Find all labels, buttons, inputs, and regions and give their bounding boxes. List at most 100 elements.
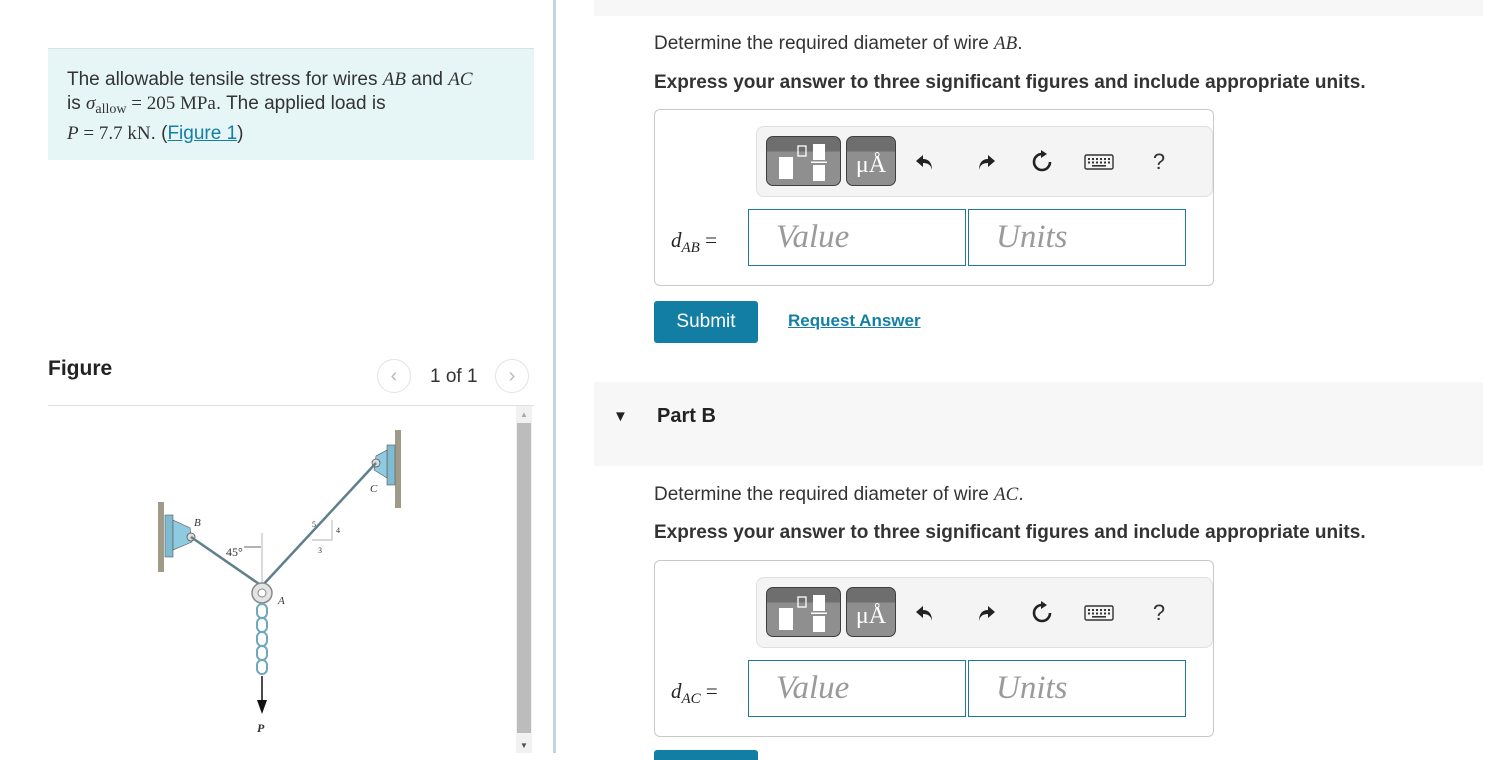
panel-divider[interactable] bbox=[553, 0, 556, 753]
figure-scrollbar[interactable]: ▲ ▼ bbox=[516, 406, 532, 753]
scroll-up-arrow-icon[interactable]: ▲ bbox=[516, 406, 532, 422]
label-angle: 45° bbox=[226, 545, 243, 559]
next-figure-button[interactable]: › bbox=[495, 359, 529, 393]
undo-button[interactable] bbox=[910, 144, 940, 180]
undo-icon bbox=[916, 155, 932, 170]
reset-icon bbox=[1032, 601, 1052, 623]
part-a-variable-label: dAB = bbox=[671, 228, 717, 256]
problem-panel: The allowable tensile stress for wires A… bbox=[0, 0, 553, 753]
collapse-triangle-icon[interactable]: ▼ bbox=[613, 408, 628, 425]
part-b-units-input[interactable] bbox=[968, 660, 1186, 717]
part-a-value-input[interactable] bbox=[748, 209, 966, 266]
help-icon: ? bbox=[1152, 149, 1166, 174]
previous-figure-button[interactable]: ‹ bbox=[377, 359, 411, 393]
part-b-variable-label: dAC = bbox=[671, 679, 718, 707]
units-icon: μÅ bbox=[855, 603, 887, 629]
label-a: A bbox=[277, 595, 285, 607]
part-a-instruction: Express your answer to three significant… bbox=[654, 72, 1366, 93]
reset-button[interactable] bbox=[1027, 144, 1057, 180]
fraction-template-icon bbox=[779, 595, 827, 632]
part-a-math-toolbar: μÅ ? bbox=[756, 126, 1213, 197]
part-b-answer-box: μÅ ? dAC = bbox=[654, 560, 1214, 737]
equals-sign: = bbox=[126, 93, 147, 114]
intro-text-load: . The applied load is bbox=[215, 93, 386, 114]
redo-button[interactable] bbox=[971, 144, 1001, 180]
units-icon: μÅ bbox=[855, 152, 887, 178]
chain bbox=[256, 603, 268, 675]
templates-button[interactable] bbox=[766, 587, 841, 637]
label-slope-3: 3 bbox=[318, 546, 322, 555]
figure-title: Figure bbox=[48, 357, 113, 380]
chevron-right-icon: › bbox=[508, 364, 516, 387]
part-a-header-bar bbox=[594, 0, 1483, 16]
allowable-stress-value: 205 MPa bbox=[146, 93, 216, 114]
label-b: B bbox=[194, 517, 201, 529]
part-b-math-toolbar: μÅ ? bbox=[756, 577, 1213, 648]
keyboard-button[interactable] bbox=[1082, 595, 1116, 631]
part-a-request-answer-link[interactable]: Request Answer bbox=[788, 311, 921, 331]
part-a-units-input[interactable] bbox=[968, 209, 1186, 266]
question-period: . bbox=[1017, 33, 1023, 54]
part-b-instruction: Express your answer to three significant… bbox=[654, 522, 1366, 543]
keyboard-icon bbox=[1084, 154, 1114, 170]
question-variable: AB bbox=[994, 33, 1018, 54]
question-text: Determine the required diameter of wire bbox=[654, 484, 995, 505]
chevron-left-icon: ‹ bbox=[390, 364, 398, 387]
load-value: 7.7 kN bbox=[98, 123, 151, 144]
wire-ac-symbol: AC bbox=[448, 69, 473, 90]
label-c: C bbox=[370, 483, 378, 495]
scrollbar-thumb[interactable] bbox=[517, 423, 531, 733]
figure-divider bbox=[48, 405, 534, 406]
redo-icon bbox=[979, 155, 995, 170]
intro-punct-close: ) bbox=[237, 123, 244, 144]
reset-button[interactable] bbox=[1027, 595, 1057, 631]
part-b-question: Determine the required diameter of wire … bbox=[654, 484, 1024, 506]
var-subscript: AB bbox=[681, 240, 700, 256]
redo-button[interactable] bbox=[971, 595, 1001, 631]
part-b-title[interactable]: Part B bbox=[657, 405, 716, 428]
intro-text-is: is bbox=[67, 93, 86, 114]
left-wall-plate bbox=[164, 514, 174, 558]
wire-ac bbox=[261, 462, 377, 587]
figure-counter: 1 of 1 bbox=[430, 366, 478, 387]
fraction-template-icon bbox=[779, 144, 827, 181]
question-variable: AC bbox=[994, 484, 1019, 505]
left-wall bbox=[158, 502, 164, 572]
redo-icon bbox=[979, 606, 995, 621]
figure-link[interactable]: Figure 1 bbox=[167, 123, 237, 144]
part-a-question: Determine the required diameter of wire … bbox=[654, 33, 1023, 55]
right-wall bbox=[395, 430, 401, 508]
keyboard-button[interactable] bbox=[1082, 144, 1116, 180]
sigma-symbol: σ bbox=[86, 93, 96, 114]
label-p: P bbox=[257, 721, 265, 735]
var-symbol: d bbox=[671, 679, 682, 703]
part-b-header[interactable] bbox=[594, 382, 1483, 466]
question-text: Determine the required diameter of wire bbox=[654, 33, 995, 54]
figure-image: B C A P 45° 5 4 3 bbox=[158, 430, 401, 735]
part-b-value-input[interactable] bbox=[748, 660, 966, 717]
help-button[interactable]: ? bbox=[1144, 144, 1174, 180]
var-symbol: d bbox=[671, 228, 682, 252]
intro-text: The allowable tensile stress for wires bbox=[67, 69, 383, 90]
problem-statement: The allowable tensile stress for wires A… bbox=[48, 48, 534, 160]
scroll-down-arrow-icon[interactable]: ▼ bbox=[516, 737, 532, 753]
templates-button[interactable] bbox=[766, 136, 841, 186]
units-button[interactable]: μÅ bbox=[846, 587, 896, 637]
wire-ab-symbol: AB bbox=[382, 69, 406, 90]
keyboard-icon bbox=[1084, 605, 1114, 621]
sigma-subscript: allow bbox=[95, 102, 127, 117]
help-icon: ? bbox=[1152, 600, 1166, 625]
question-period: . bbox=[1018, 484, 1024, 505]
part-b-submit-button[interactable] bbox=[654, 750, 758, 760]
intro-text-and: and bbox=[405, 69, 449, 90]
units-button[interactable]: μÅ bbox=[846, 136, 896, 186]
label-slope-5: 5 bbox=[312, 520, 316, 529]
var-subscript: AC bbox=[681, 691, 701, 707]
part-a-submit-button[interactable]: Submit bbox=[654, 301, 758, 343]
equals-sign: = bbox=[78, 123, 99, 144]
undo-button[interactable] bbox=[910, 595, 940, 631]
reset-icon bbox=[1032, 150, 1052, 172]
help-button[interactable]: ? bbox=[1144, 595, 1174, 631]
undo-icon bbox=[916, 606, 932, 621]
part-a-answer-box: μÅ ? dAB = bbox=[654, 109, 1214, 286]
